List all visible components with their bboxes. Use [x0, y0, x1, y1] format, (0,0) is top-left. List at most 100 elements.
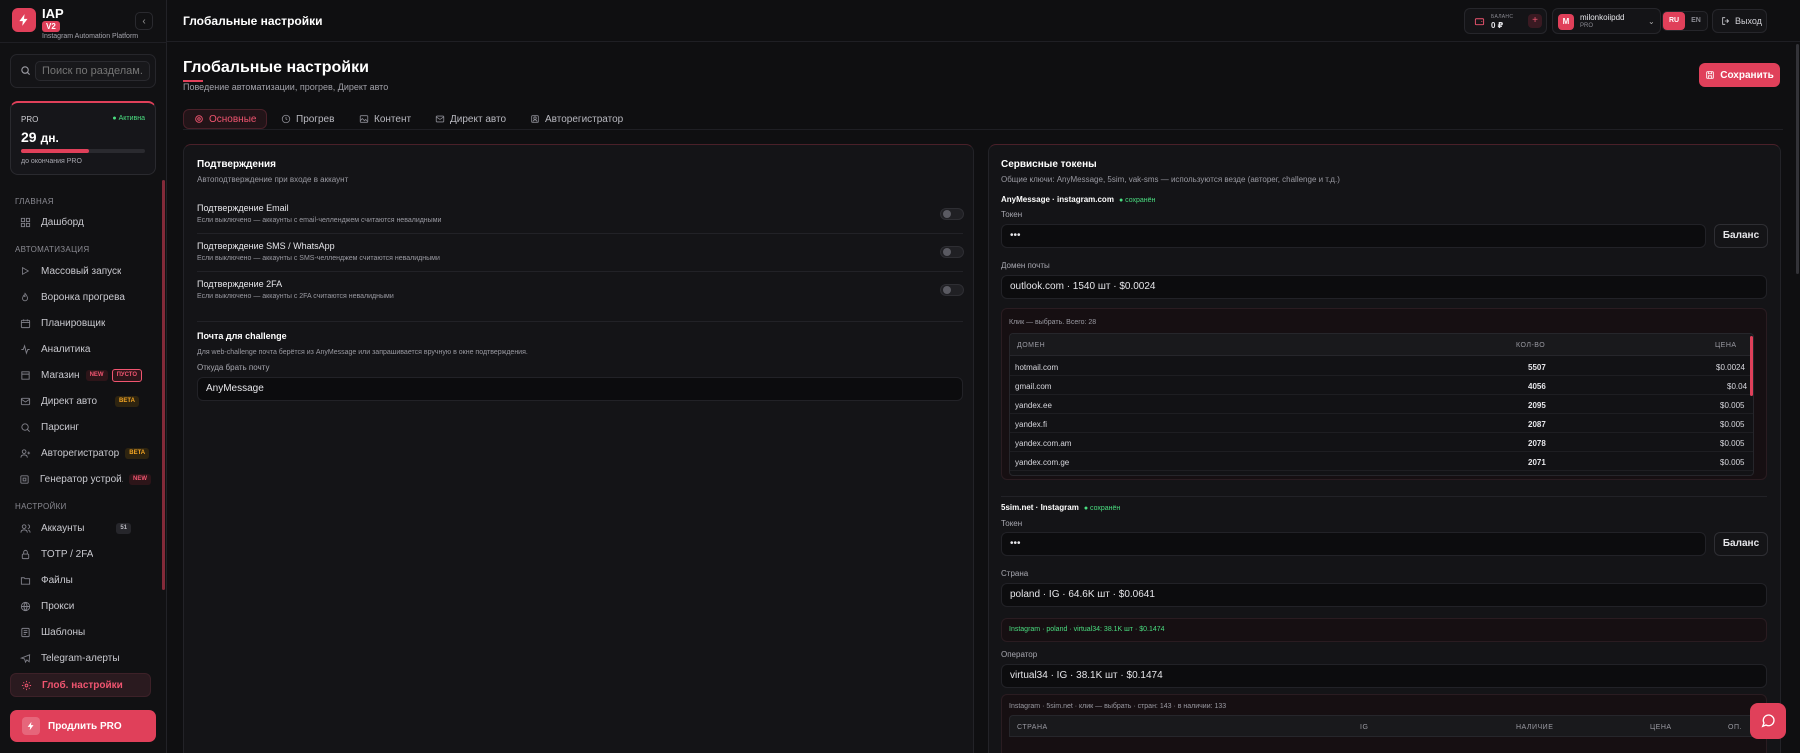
lang-en-button[interactable]: EN [1685, 12, 1707, 30]
tab-warmup[interactable]: Прогрев [281, 109, 334, 129]
sidebar-item-scheduler[interactable]: Планировщик [10, 311, 151, 335]
mail-source-select[interactable]: AnyMessage [197, 377, 963, 401]
anymessage-title: AnyMessage · instagram.com ● сохранён [1001, 195, 1155, 204]
sidebar-item-global-settings[interactable]: Глоб. настройки [10, 673, 151, 697]
collapse-sidebar-button[interactable]: ‹ [135, 12, 153, 30]
wallet-icon [1474, 18, 1485, 26]
sidebar-item-label: Дашборд [41, 216, 84, 228]
tab-autoregistrator[interactable]: Авторегистратор [530, 109, 623, 129]
column-header-operator: ОП. [1728, 724, 1742, 731]
sidebar-item-label: Воронка прогрева [41, 291, 125, 303]
country-select[interactable]: poland · IG · 64.6K шт · $0.0641 [1001, 583, 1767, 607]
tab-content[interactable]: Контент [359, 109, 411, 129]
balance-value: 0 ₽ [1491, 21, 1504, 30]
mail-icon [18, 394, 32, 408]
app-name: IAP [42, 6, 64, 21]
sidebar-item-dashboard[interactable]: Дашборд [10, 210, 151, 234]
nav-section-main: ГЛАВНАЯ [15, 197, 54, 206]
support-chat-button[interactable] [1750, 703, 1786, 739]
domain-cell: hotmail.com [1015, 363, 1059, 372]
table-row[interactable]: yandex.com.ge 2071 $0.005 [1010, 452, 1753, 471]
logout-button[interactable]: Выход [1712, 9, 1767, 33]
table-row[interactable]: gmail.com 4056 $0.04 [1010, 376, 1753, 395]
domain-cell: yandex.ee [1015, 401, 1052, 410]
anymessage-token-input[interactable]: ••• [1001, 224, 1706, 248]
lang-ru-button[interactable]: RU [1663, 12, 1685, 30]
topbar: Глобальные настройки БАЛАНС 0 ₽ + M milo… [167, 0, 1800, 42]
count-cell: 2087 [1528, 420, 1546, 429]
fivesim-token-input[interactable]: ••• [1001, 532, 1706, 556]
pro-progress-bar [21, 149, 145, 153]
operator-select[interactable]: virtual34 · IG · 38.1K шт · $0.1474 [1001, 664, 1767, 688]
app-logo-icon [12, 8, 36, 32]
app-subtitle: Instagram Automation Platform [42, 33, 139, 40]
table-row[interactable]: yandex.ee 2095 $0.005 [1010, 395, 1753, 414]
fivesim-title-text: 5sim.net · Instagram [1001, 503, 1079, 512]
sidebar-scrollbar[interactable] [162, 180, 165, 590]
clock-icon [281, 114, 291, 124]
table-row[interactable]: yandex.com.am 2078 $0.005 [1010, 433, 1753, 452]
domain-cell: yandex.fi [1015, 420, 1048, 429]
price-cell: $0.005 [1720, 458, 1745, 467]
sidebar-item-mass-launch[interactable]: Массовый запуск [10, 259, 151, 283]
confirmations-title: Подтверждения [197, 159, 276, 170]
sidebar-item-files[interactable]: Файлы [10, 568, 151, 592]
tab-direct-auto[interactable]: Директ авто [435, 109, 506, 129]
table-row[interactable]: yandex.fi 2087 $0.005 [1010, 414, 1753, 433]
email-confirm-desc: Если выключено — аккаунты с email-челлен… [197, 217, 442, 224]
column-header-price: ЦЕНА [1715, 342, 1737, 349]
sidebar-item-device-generator[interactable]: Генератор устрой... NEW [10, 467, 151, 491]
sidebar-item-autoregistrator[interactable]: Авторегистратор BETA [10, 441, 151, 465]
twofa-confirm-title: Подтверждение 2FA [197, 279, 283, 289]
sidebar-item-templates[interactable]: Шаблоны [10, 620, 151, 644]
logout-label: Выход [1735, 16, 1762, 26]
language-switch: RU EN [1662, 11, 1708, 31]
sidebar-item-proxies[interactable]: Прокси [10, 594, 151, 618]
save-button[interactable]: Сохранить [1699, 63, 1780, 87]
extend-pro-button[interactable]: Продлить PRO [10, 710, 156, 742]
column-header-country: СТРАНА [1017, 724, 1048, 731]
country-label: Страна [1001, 569, 1029, 578]
calendar-icon [18, 316, 32, 330]
sms-confirm-toggle[interactable] [940, 246, 964, 258]
sidebar-item-telegram-alerts[interactable]: Telegram-алерты [10, 646, 151, 670]
fivesim-balance-button[interactable]: Баланс [1714, 532, 1768, 556]
sidebar-item-analytics[interactable]: Аналитика [10, 337, 151, 361]
pro-days-unit: дн. [40, 131, 59, 145]
sidebar: IAP V2 Instagram Automation Platform ‹ P… [0, 0, 167, 753]
anymessage-balance-button[interactable]: Баланс [1714, 224, 1768, 248]
sidebar-item-direct-auto[interactable]: Директ авто BETA [10, 389, 151, 413]
search-input[interactable] [35, 61, 150, 81]
tab-general[interactable]: Основные [183, 109, 268, 129]
user-menu[interactable]: M milonkoiipdd PRO ⌄ [1552, 8, 1661, 34]
table-row[interactable]: hotmail.com 5507 $0.0024 [1010, 357, 1753, 376]
template-icon [18, 625, 32, 639]
avatar: M [1558, 14, 1574, 30]
sidebar-item-accounts[interactable]: Аккаунты 51 [10, 516, 151, 540]
search-icon [21, 66, 31, 76]
country-table-header: СТРАНА IG НАЛИЧИЕ ЦЕНА ОП. [1009, 715, 1759, 737]
fivesim-title: 5sim.net · Instagram ● сохранён [1001, 503, 1120, 512]
user-name: milonkoiipdd [1580, 13, 1625, 22]
column-header-count: КОЛ-ВО [1516, 342, 1546, 349]
divider [197, 271, 963, 272]
add-balance-button[interactable]: + [1528, 14, 1542, 28]
twofa-confirm-toggle[interactable] [940, 284, 964, 296]
operator-label: Оператор [1001, 650, 1038, 659]
mail-domain-select[interactable]: outlook.com · 1540 шт · $0.0024 [1001, 275, 1767, 299]
domain-table-scrollbar[interactable] [1750, 336, 1753, 396]
sidebar-item-totp[interactable]: TOTP / 2FA [10, 542, 151, 566]
sidebar-item-label: Глоб. настройки [42, 679, 123, 691]
challenge-mail-desc: Для web-challenge почта берётся из AnyMe… [197, 349, 528, 356]
email-confirm-toggle[interactable] [940, 208, 964, 220]
column-header-domain: ДОМЕН [1017, 342, 1046, 349]
challenge-mail-title: Почта для challenge [197, 331, 287, 341]
sidebar-item-parsing[interactable]: Парсинг [10, 415, 151, 439]
sidebar-item-warmup-funnel[interactable]: Воронка прогрева [10, 285, 151, 309]
page-scrollbar[interactable] [1796, 44, 1799, 274]
sidebar-item-label: Парсинг [41, 421, 80, 433]
column-header-availability: НАЛИЧИЕ [1516, 724, 1554, 731]
tokens-title: Сервисные токены [1001, 159, 1097, 170]
sidebar-item-store[interactable]: Магазин NEW ПУСТО [10, 363, 151, 387]
service-tokens-card: Сервисные токены Общие ключи: AnyMessage… [988, 144, 1781, 753]
